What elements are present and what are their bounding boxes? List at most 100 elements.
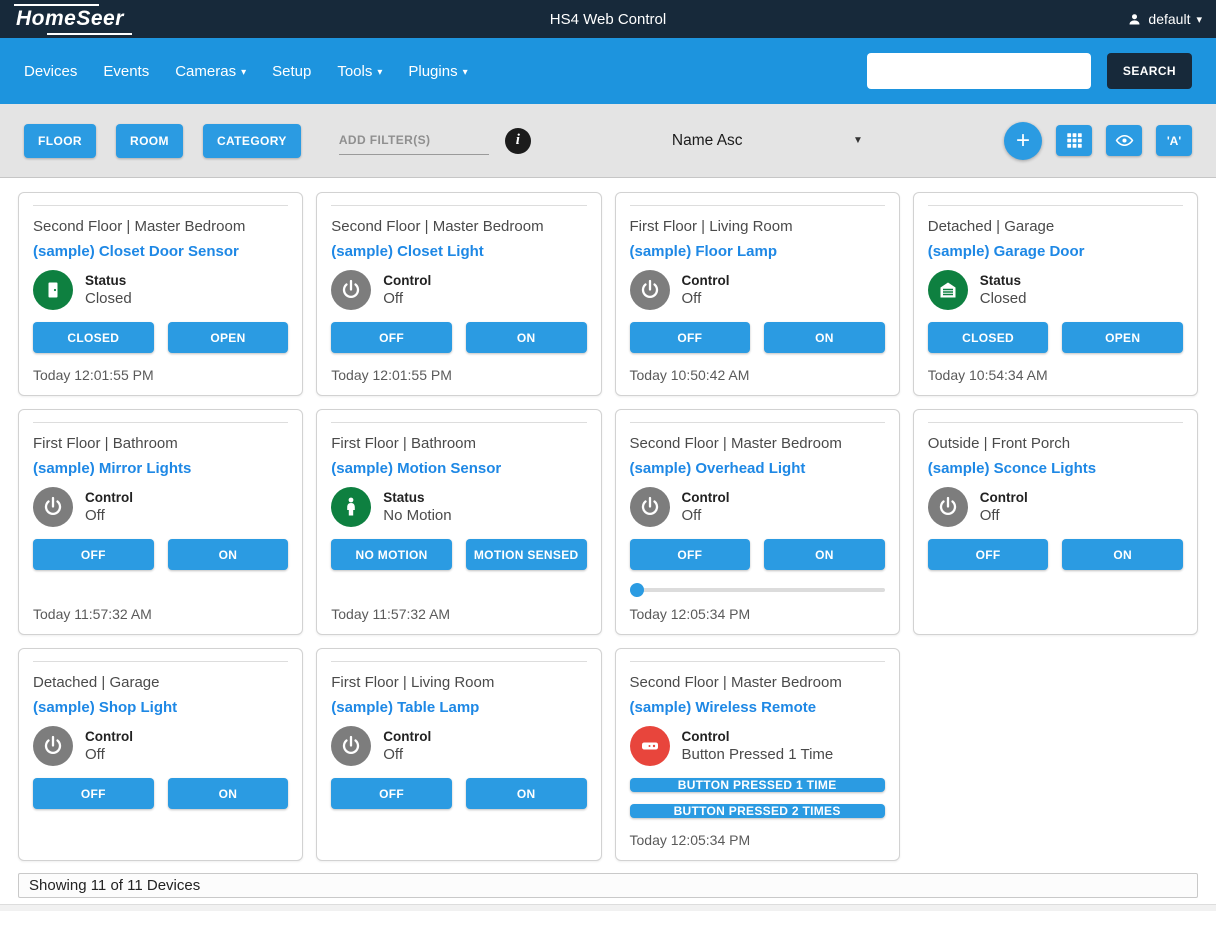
device-location: Detached | Garage	[928, 218, 1183, 235]
device-action-button[interactable]: ON	[764, 322, 885, 353]
device-action-button[interactable]: ON	[466, 322, 587, 353]
device-action-button[interactable]: ON	[1062, 539, 1183, 570]
device-action-button[interactable]: CLOSED	[33, 322, 154, 353]
device-location: Second Floor | Master Bedroom	[331, 218, 586, 235]
search-input[interactable]	[867, 53, 1091, 89]
info-icon[interactable]: i	[505, 128, 531, 154]
device-name-link[interactable]: (sample) Table Lamp	[331, 699, 586, 716]
grid-view-button[interactable]	[1056, 125, 1092, 156]
top-bar: HomeSeer HS4 Web Control default ▾	[0, 0, 1216, 38]
power-icon[interactable]	[331, 270, 371, 310]
dim-slider[interactable]	[630, 588, 885, 592]
device-action-button[interactable]: OFF	[630, 322, 751, 353]
device-action-button[interactable]: BUTTON PRESSED 2 TIMES	[630, 804, 885, 818]
nav-item-tools[interactable]: Tools▾	[337, 63, 382, 80]
device-field-value: Off	[980, 507, 1028, 524]
category-filter-button[interactable]: CATEGORY	[203, 124, 301, 158]
device-field-value: Closed	[980, 290, 1027, 307]
room-filter-button[interactable]: ROOM	[116, 124, 183, 158]
device-buttons: OFF ON	[331, 778, 586, 809]
card-divider	[331, 661, 586, 662]
device-card: Outside | Front Porch(sample) Sconce Lig…	[913, 409, 1198, 635]
bottom-scrollbar[interactable]	[0, 904, 1216, 911]
view-actions: + 'A'	[1004, 122, 1192, 160]
show-hide-button[interactable]	[1106, 125, 1142, 156]
device-action-button[interactable]: OPEN	[168, 322, 289, 353]
door-sensor-icon[interactable]	[33, 270, 73, 310]
chevron-down-icon: ▾	[1196, 13, 1202, 26]
device-action-button[interactable]: OFF	[33, 539, 154, 570]
device-location: Second Floor | Master Bedroom	[630, 674, 885, 691]
power-icon[interactable]	[630, 487, 670, 527]
device-card: Detached | Garage(sample) Shop LightCont…	[18, 648, 303, 861]
device-action-button[interactable]: MOTION SENSED	[466, 539, 587, 570]
device-name-link[interactable]: (sample) Mirror Lights	[33, 460, 288, 477]
app-title: HS4 Web Control	[0, 11, 1216, 28]
sort-select[interactable]: Name Asc ▼	[670, 128, 865, 154]
main-nav: Devices Events Cameras▾ Setup Tools▾ Plu…	[0, 38, 1216, 104]
grid-icon	[1065, 131, 1084, 150]
device-name-link[interactable]: (sample) Sconce Lights	[928, 460, 1183, 477]
power-icon[interactable]	[630, 270, 670, 310]
nav-item-cameras[interactable]: Cameras▾	[175, 63, 246, 80]
nav-item-events[interactable]: Events	[103, 63, 149, 80]
card-divider	[928, 422, 1183, 423]
device-action-button[interactable]: CLOSED	[928, 322, 1049, 353]
power-icon[interactable]	[331, 726, 371, 766]
power-icon[interactable]	[928, 487, 968, 527]
device-status-row: ControlButton Pressed 1 Time	[630, 726, 885, 766]
device-name-link[interactable]: (sample) Shop Light	[33, 699, 288, 716]
motion-icon[interactable]	[331, 487, 371, 527]
device-name-link[interactable]: (sample) Floor Lamp	[630, 243, 885, 260]
device-field-value: Off	[85, 507, 133, 524]
device-action-button[interactable]: BUTTON PRESSED 1 TIME	[630, 778, 885, 792]
eye-icon	[1115, 131, 1134, 150]
device-count-text: Showing 11 of 11 Devices	[29, 877, 200, 894]
device-location: Second Floor | Master Bedroom	[33, 218, 288, 235]
device-action-button[interactable]: OFF	[630, 539, 751, 570]
slider-thumb[interactable]	[630, 583, 644, 597]
nav-item-devices[interactable]: Devices	[24, 63, 77, 80]
device-action-button[interactable]: OFF	[331, 322, 452, 353]
nav-item-plugins[interactable]: Plugins▾	[408, 63, 467, 80]
device-name-link[interactable]: (sample) Overhead Light	[630, 460, 885, 477]
device-action-button[interactable]: ON	[168, 778, 289, 809]
device-action-button[interactable]: ON	[764, 539, 885, 570]
device-action-button[interactable]: OFF	[331, 778, 452, 809]
add-filter-input[interactable]	[339, 127, 489, 155]
device-field-label: Status	[383, 490, 451, 505]
floor-filter-button[interactable]: FLOOR	[24, 124, 96, 158]
device-field-value: No Motion	[383, 507, 451, 524]
device-name-link[interactable]: (sample) Motion Sensor	[331, 460, 586, 477]
remote-icon[interactable]	[630, 726, 670, 766]
device-action-button[interactable]: ON	[466, 778, 587, 809]
device-name-link[interactable]: (sample) Closet Light	[331, 243, 586, 260]
device-name-link[interactable]: (sample) Closet Door Sensor	[33, 243, 288, 260]
device-field-value: Off	[85, 746, 133, 763]
device-action-button[interactable]: NO MOTION	[331, 539, 452, 570]
search-button[interactable]: SEARCH	[1107, 53, 1192, 89]
power-icon[interactable]	[33, 487, 73, 527]
nav-item-setup[interactable]: Setup	[272, 63, 311, 80]
card-divider	[928, 205, 1183, 206]
device-buttons: OFF ON	[33, 539, 288, 570]
device-field-label: Status	[980, 273, 1027, 288]
voice-button[interactable]: 'A'	[1156, 125, 1192, 156]
device-timestamp: Today 10:50:42 AM	[630, 353, 885, 383]
card-divider	[331, 422, 586, 423]
homeseer-logo[interactable]: HomeSeer	[14, 4, 132, 35]
garage-door-icon[interactable]	[928, 270, 968, 310]
device-action-button[interactable]: ON	[168, 539, 289, 570]
device-name-link[interactable]: (sample) Wireless Remote	[630, 699, 885, 716]
card-divider	[630, 661, 885, 662]
user-menu[interactable]: default ▾	[1127, 11, 1202, 27]
device-action-button[interactable]: OPEN	[1062, 322, 1183, 353]
device-card: First Floor | Living Room(sample) Floor …	[615, 192, 900, 396]
device-buttons: NO MOTION MOTION SENSED	[331, 539, 586, 570]
add-device-button[interactable]: +	[1004, 122, 1042, 160]
power-icon[interactable]	[33, 726, 73, 766]
device-name-link[interactable]: (sample) Garage Door	[928, 243, 1183, 260]
device-action-button[interactable]: OFF	[928, 539, 1049, 570]
device-action-button[interactable]: OFF	[33, 778, 154, 809]
device-field-label: Control	[682, 729, 834, 744]
